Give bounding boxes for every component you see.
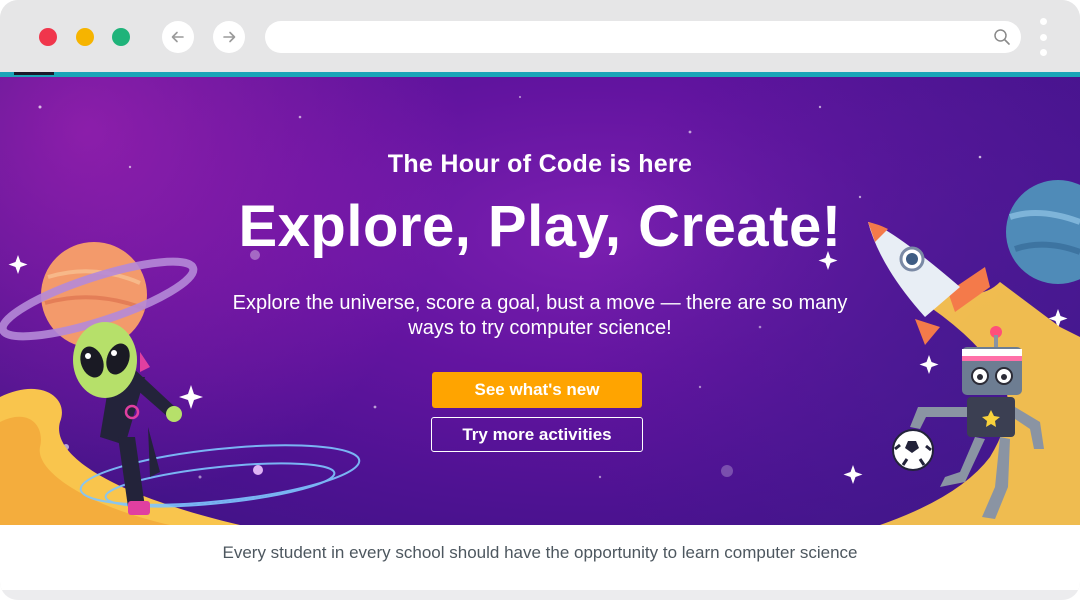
- arrow-left-icon: [171, 31, 184, 43]
- hero-eyebrow: The Hour of Code is here: [387, 150, 693, 178]
- hero-subcopy: Explore the universe, score a goal, bust…: [232, 292, 848, 339]
- mission-band: Every student in every school should hav…: [0, 525, 1080, 600]
- search-icon[interactable]: [993, 28, 1011, 46]
- see-whats-new-button[interactable]: See what's new: [432, 372, 642, 408]
- hero-content: The Hour of Code is here Explore, Play, …: [0, 77, 1080, 525]
- hero-headline: Explore, Play, Create!: [238, 194, 842, 259]
- window-bottom-edge: [0, 590, 1080, 600]
- mission-tagline: Every student in every school should hav…: [222, 543, 858, 562]
- close-window-button[interactable]: [39, 28, 57, 46]
- forward-button[interactable]: [213, 21, 245, 53]
- arrow-right-icon: [223, 31, 236, 43]
- kebab-menu-icon[interactable]: [1036, 18, 1050, 56]
- back-button[interactable]: [162, 21, 194, 53]
- try-more-activities-button[interactable]: Try more activities: [431, 417, 643, 452]
- address-bar[interactable]: [265, 21, 1021, 53]
- page-edge-mark: [14, 72, 54, 75]
- hero-banner: The Hour of Code is here Explore, Play, …: [0, 77, 1080, 525]
- browser-toolbar: [0, 0, 1080, 72]
- maximize-window-button[interactable]: [112, 28, 130, 46]
- browser-window: The Hour of Code is here Explore, Play, …: [0, 0, 1080, 600]
- minimize-window-button[interactable]: [76, 28, 94, 46]
- url-input[interactable]: [265, 21, 997, 53]
